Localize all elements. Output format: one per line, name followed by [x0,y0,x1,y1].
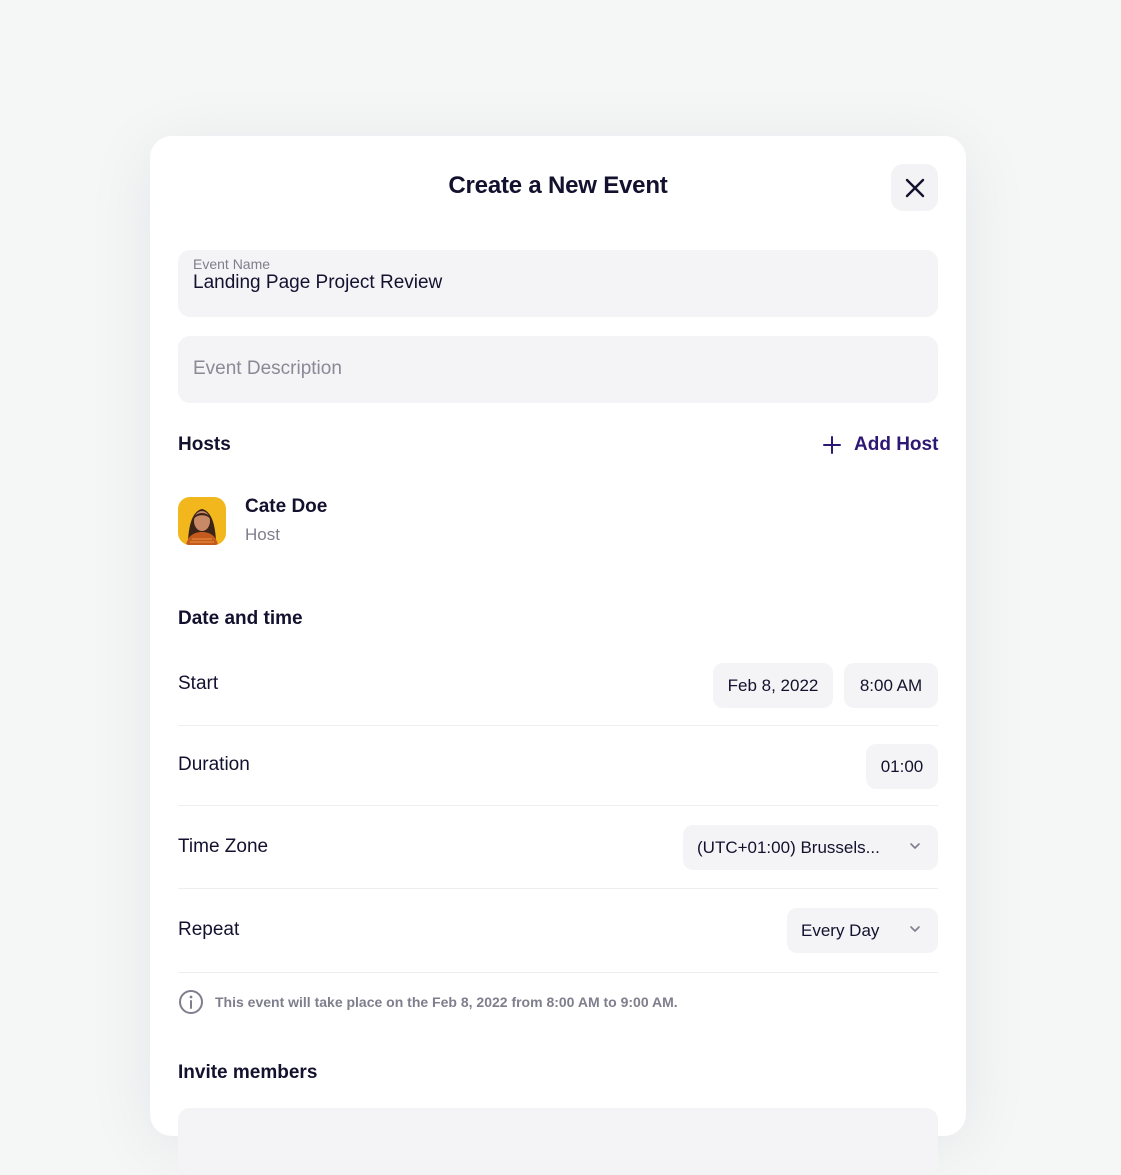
add-host-label: Add Host [854,434,939,455]
close-icon [905,178,924,197]
avatar [178,497,226,545]
start-date-picker[interactable]: Feb 8, 2022 [713,663,833,708]
invite-members-input[interactable] [178,1108,938,1175]
duration-picker[interactable]: 01:00 [866,744,938,789]
event-summary-text: This event will take place on the Feb 8,… [215,994,678,1010]
divider [178,888,938,889]
event-description-field[interactable]: Event Description [178,336,938,403]
event-name-value: Landing Page Project Review [193,272,443,293]
divider [178,805,938,806]
repeat-value: Every Day [801,920,880,940]
hosts-heading: Hosts [178,434,231,455]
divider [178,725,938,726]
event-name-field[interactable]: Event Name Landing Page Project Review [178,250,938,317]
divider [178,972,938,973]
host-name: Cate Doe [245,496,328,517]
event-summary: This event will take place on the Feb 8,… [178,989,678,1015]
time-zone-label: Time Zone [178,836,269,857]
repeat-select[interactable]: Every Day [787,908,938,953]
repeat-label: Repeat [178,919,240,940]
add-host-button[interactable]: Add Host [822,434,938,456]
close-button[interactable] [891,164,938,211]
avatar-photo [178,497,226,545]
time-zone-select[interactable]: (UTC+01:00) Brussels... [683,825,938,870]
chevron-down-icon [910,843,920,849]
duration-label: Duration [178,754,250,775]
invite-members-heading: Invite members [178,1062,318,1083]
start-time-picker[interactable]: 8:00 AM [844,663,938,708]
start-date-value: Feb 8, 2022 [727,675,819,695]
time-zone-value: (UTC+01:00) Brussels... [697,837,880,857]
start-time-value: 8:00 AM [859,675,923,695]
date-time-heading: Date and time [178,608,303,629]
event-description-placeholder: Event Description [193,358,342,379]
host-role: Host [245,525,280,544]
chevron-down-icon [910,926,920,932]
start-label: Start [178,673,219,694]
event-name-label: Event Name [193,256,271,272]
create-event-modal: Create a New Event Event Name Landing Pa… [150,136,966,1175]
plus-icon [823,436,841,454]
duration-value: 01:00 [880,756,924,776]
modal-title: Create a New Event [448,172,668,199]
info-icon [179,990,203,1014]
